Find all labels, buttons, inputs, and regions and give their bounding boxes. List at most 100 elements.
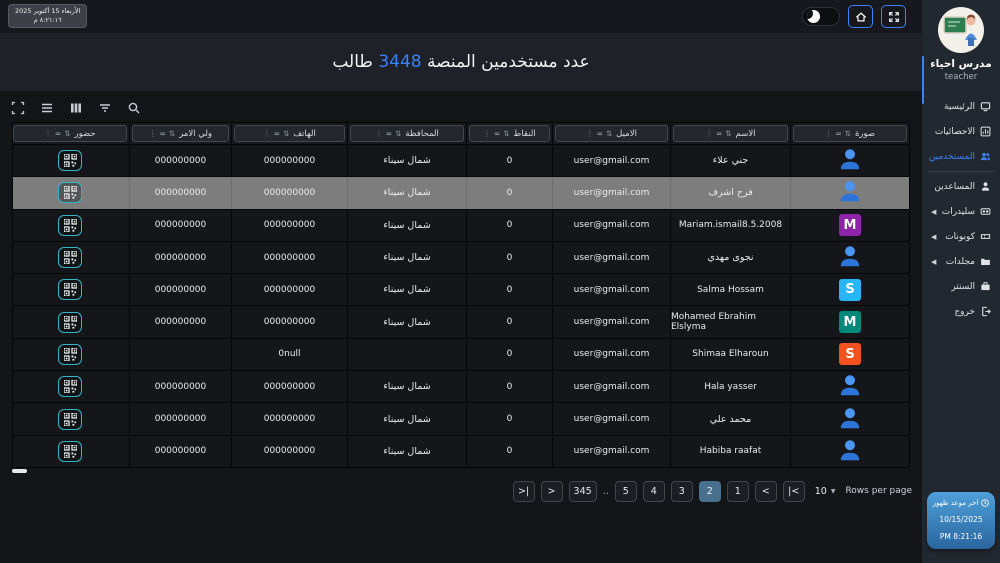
attendance-qr-button[interactable] [58,311,82,333]
table-row[interactable]: M Mariam.ismail8.5.2008 user@gmail.com 0 شما… [11,208,909,241]
cell-phone: 000000000 [231,435,347,467]
attendance-qr-button[interactable] [58,150,82,172]
sidebar-item-1[interactable]: الاحصائيات [922,119,1000,144]
table-row[interactable]: S Salma Hossam user@gmail.com 0 شمال سيناء 00… [13,273,909,306]
menu-icon[interactable]: = [386,130,392,138]
table-row[interactable]: جني علاء user@gmail.com 0 شمال سيناء 0000000… [13,144,909,177]
menu-icon[interactable]: = [716,130,722,138]
home-button[interactable] [848,5,873,28]
table-row[interactable]: Habiba raafat user@gmail.com 0 شمال سيناء 00… [13,434,909,467]
fullscreen-button[interactable] [881,5,906,28]
first-page-button[interactable]: |< [782,480,805,502]
table-row[interactable]: محمد علي user@gmail.com 0 شمال سيناء 0000000… [13,402,909,435]
cell-phone: 000000000 [231,403,347,435]
scrollbar-thumb[interactable] [12,468,27,473]
cell-points: 0 [466,145,552,177]
attendance-qr-button[interactable] [58,182,82,204]
search-icon[interactable] [126,100,141,115]
attendance-qr-button[interactable] [58,247,82,269]
menu-icon[interactable]: = [55,130,61,138]
column-header-chip[interactable]: حضور ⇅ = ⋮ [13,125,127,142]
dots-icon[interactable]: ⋮ [375,130,383,138]
attendance-qr-button[interactable] [58,376,82,398]
cell-guardian: 000000000 [129,209,231,241]
cell-points: 0 [466,209,552,241]
column-header-chip[interactable]: المحافظة ⇅ = ⋮ [350,125,464,142]
sidebar-item-4[interactable]: سليدرات ◀ [922,199,1000,224]
expand-table-icon[interactable] [10,100,25,115]
sort-icon[interactable]: ⇅ [64,130,70,138]
sort-icon[interactable]: ⇅ [395,130,401,138]
menu-icon[interactable]: = [159,130,165,138]
table-row[interactable]: S Shimaa Elharoun user@gmail.com 0 0null [13,337,909,371]
sidebar-item-2[interactable]: المستخدمين [922,144,1000,169]
attendance-qr-button[interactable] [58,279,82,301]
page-button-5[interactable]: 5 [614,480,637,502]
cell-governorate: شمال سيناء [347,177,466,209]
attendance-qr-button[interactable] [58,440,82,462]
sort-icon[interactable]: ⇅ [169,130,175,138]
sort-icon[interactable]: ⇅ [283,130,289,138]
column-header-chip[interactable]: الهاتف ⇅ = ⋮ [234,125,345,142]
table-region: صورة ⇅ = ⋮ الاسم ⇅ = ⋮ الاميل ⇅ = ⋮ النقاط ⇅ = ⋮ المحافظ… [0,91,922,563]
menu-icon[interactable]: = [597,130,603,138]
sidebar-item-5[interactable]: كوبونات ◀ [922,224,1000,249]
dots-icon[interactable]: ⋮ [483,130,491,138]
page-button-4[interactable]: 4 [642,480,665,502]
filter-icon[interactable] [97,100,112,115]
sidebar-scrollbar[interactable] [922,56,924,104]
page-button-2[interactable]: 2 [698,480,721,502]
sidebar-item-6[interactable]: مجلدات ◀ [922,249,1000,274]
table-row[interactable]: Hala yasser user@gmail.com 0 شمال سيناء 0000… [13,370,909,403]
sidebar-item-3[interactable]: المساعدين [922,174,1000,199]
menu-icon[interactable]: = [835,130,841,138]
dark-mode-toggle[interactable] [802,7,840,26]
sidebar-item-8[interactable]: خروج [922,299,1000,324]
column-header-chip[interactable]: ولي الامر ⇅ = ⋮ [132,125,229,142]
menu-icon[interactable]: = [494,130,500,138]
density-icon[interactable] [39,100,54,115]
assistants-icon [980,181,991,192]
dots-icon[interactable]: ⋮ [705,130,713,138]
sidebar-item-7[interactable]: السنتر [922,274,1000,299]
sort-icon[interactable]: ⇅ [725,130,731,138]
menu-icon[interactable]: = [274,130,280,138]
column-header-chip[interactable]: الاميل ⇅ = ⋮ [555,125,668,142]
cell-attendance [11,210,129,241]
last-page-number-button[interactable]: 345 [568,480,597,502]
column-header-icons: ⇅ = ⋮ [375,130,401,138]
table-row[interactable]: M Mohamed Ebrahim Elslyma user@gmail.com 0 ش… [13,305,909,338]
dots-icon[interactable]: ⋮ [44,130,52,138]
qr-code-icon [63,347,77,361]
sort-icon[interactable]: ⇅ [845,130,851,138]
prev-page-button[interactable]: < [754,480,777,502]
column-header-icons: ⇅ = ⋮ [263,130,289,138]
page-button-3[interactable]: 3 [670,480,693,502]
column-header-chip[interactable]: صورة ⇅ = ⋮ [793,125,907,142]
sort-icon[interactable]: ⇅ [503,130,509,138]
sort-icon[interactable]: ⇅ [606,130,612,138]
cell-email: user@gmail.com [552,241,670,274]
dots-icon[interactable]: ⋮ [263,130,271,138]
teacher-avatar[interactable] [938,7,984,53]
dots-icon[interactable]: ⋮ [825,130,833,138]
attendance-qr-button[interactable] [58,408,82,430]
column-header-chip[interactable]: النقاط ⇅ = ⋮ [469,125,550,142]
dots-icon[interactable]: ⋮ [586,130,594,138]
columns-icon[interactable] [68,100,83,115]
cell-name: Mohamed Ebrahim Elslyma [670,306,790,338]
table-row[interactable]: نجوى مهدي user@gmail.com 0 شمال سيناء 000000… [13,240,909,274]
last-page-button[interactable]: >| [512,480,535,502]
attendance-qr-button[interactable] [58,214,82,236]
rows-per-page-select[interactable]: 10 ▼ [811,481,840,502]
rows-per-page-value: 10 [814,485,827,497]
attendance-qr-button[interactable] [58,343,82,365]
dots-icon[interactable]: ⋮ [149,130,157,138]
users-table: صورة ⇅ = ⋮ الاسم ⇅ = ⋮ الاميل ⇅ = ⋮ النقاط ⇅ = ⋮ المحافظ… [12,122,910,468]
sidebar-item-0[interactable]: الرئيسية [922,94,1000,119]
next-page-button[interactable]: > [540,480,563,502]
column-header-chip[interactable]: الاسم ⇅ = ⋮ [673,125,788,142]
cell-points: 0 [466,241,552,274]
table-row[interactable]: فرح اشرف user@gmail.com 0 شمال سيناء 0000000… [13,176,909,209]
page-button-1[interactable]: 1 [726,480,749,502]
